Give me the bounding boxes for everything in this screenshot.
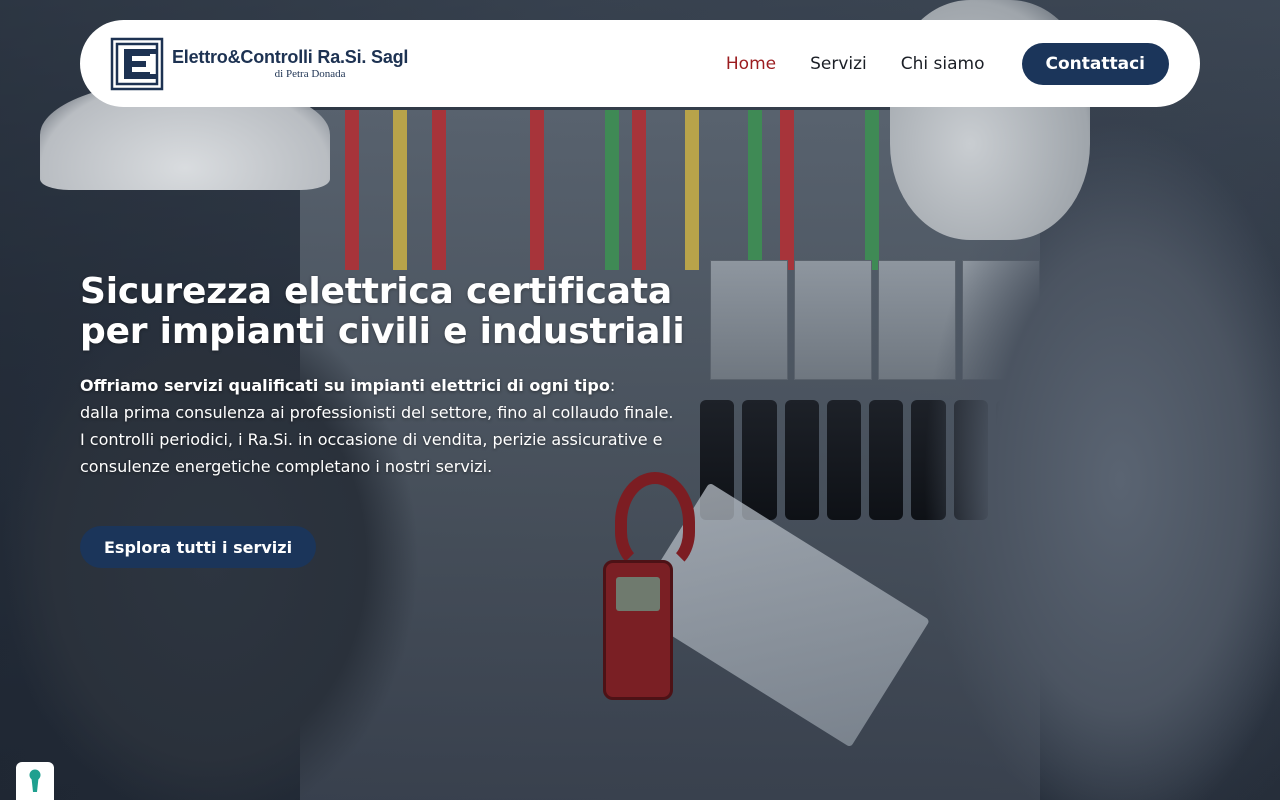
busbar-red <box>530 110 544 270</box>
breaker <box>710 260 788 380</box>
brand-logo-link[interactable]: Elettro&Controlli Ra.Si. Sagl di Petra D… <box>110 37 408 91</box>
busbar-green <box>605 110 619 270</box>
hero-description: Offriamo servizi qualificati su impianti… <box>80 372 720 480</box>
busbar-yellow <box>685 110 699 270</box>
nav-servizi[interactable]: Servizi <box>810 54 867 74</box>
privacy-settings-button[interactable] <box>16 762 54 800</box>
hero-line-1: dalla prima consulenza ai professionisti… <box>80 403 674 422</box>
nav-chi-siamo[interactable]: Chi siamo <box>901 54 985 74</box>
busbar-red <box>632 110 646 270</box>
ec-logo-icon <box>110 37 164 91</box>
nav-home[interactable]: Home <box>726 54 776 74</box>
cable <box>784 400 819 520</box>
ec-logo-icon-svg <box>110 37 164 90</box>
contattaci-button[interactable]: Contattaci <box>1021 42 1169 85</box>
explore-services-button[interactable]: Esplora tutti i servizi <box>80 526 317 568</box>
meter-screen <box>616 577 660 611</box>
brand-subtitle: di Petra Donada <box>274 68 346 80</box>
main-nav: Home Servizi Chi siamo Contattaci <box>726 42 1169 85</box>
hero-line-2: I controlli periodici, i Ra.Si. in occas… <box>80 430 663 476</box>
site-header: Elettro&Controlli Ra.Si. Sagl di Petra D… <box>80 20 1200 107</box>
brand-text: Elettro&Controlli Ra.Si. Sagl di Petra D… <box>172 47 408 80</box>
hero-lead-colon: : <box>609 376 616 395</box>
hero-lead-strong: Offriamo servizi qualificati su impianti… <box>80 376 610 395</box>
busbar-red <box>780 110 794 270</box>
cable <box>826 400 861 520</box>
hero-section: Sicurezza elettrica certificata per impi… <box>80 272 720 568</box>
brand-name: Elettro&Controlli Ra.Si. Sagl <box>172 47 409 67</box>
clamp-meter <box>603 560 673 700</box>
busbar-green <box>748 110 762 270</box>
keyhole-icon <box>29 769 41 792</box>
cable <box>742 400 777 520</box>
hero-title: Sicurezza elettrica certificata per impi… <box>80 271 685 352</box>
